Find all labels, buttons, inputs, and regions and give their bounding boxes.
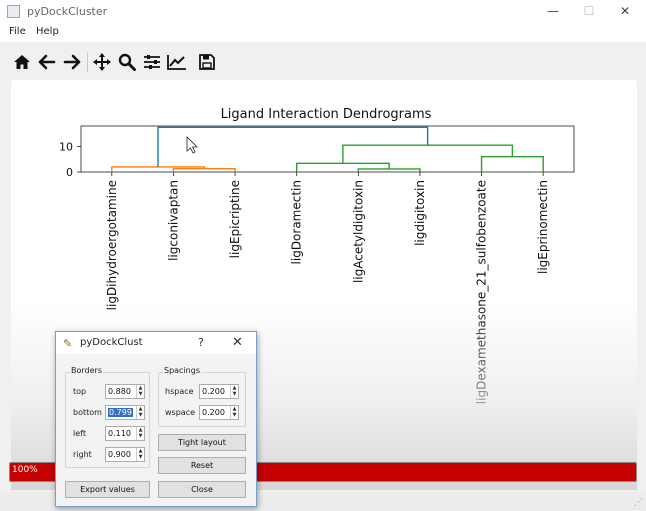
dendrogram-link <box>357 168 421 172</box>
export-values-button[interactable]: Export values <box>65 481 150 498</box>
dendrogram-link <box>295 162 390 172</box>
dialog-title: pyDockClust <box>80 337 143 348</box>
hspace-spinbox[interactable]: 0.200 ▲ ▼ <box>199 384 239 399</box>
leaf-label: ligDexamethasone_21_sulfobenzoate <box>475 180 489 404</box>
subplot-config-dialog: ✎ pyDockClust ? ✕ Borders top 0.880 ▲ ▼ b… <box>55 331 257 507</box>
leaf-label: ligDihydroergotamine <box>105 180 119 310</box>
spin-arrows-icon[interactable]: ▲ ▼ <box>230 406 238 419</box>
spin-arrows-icon[interactable]: ▲ ▼ <box>136 406 144 419</box>
spin-arrows-icon[interactable]: ▲ ▼ <box>230 385 238 398</box>
progress-label: 100% <box>12 465 38 475</box>
left-label: left <box>73 429 86 438</box>
bottom-label: bottom <box>73 408 102 417</box>
leaf-label: ligdigitoxin <box>413 180 427 246</box>
y-tick-label: 10 <box>59 140 73 153</box>
chart-title: Ligand Interaction Dendrograms <box>221 107 432 122</box>
hspace-value: 0.200 <box>202 387 225 396</box>
right-label: right <box>73 450 92 459</box>
dialog-app-icon: ✎ <box>63 337 73 350</box>
dendrogram-link <box>157 126 429 167</box>
tight-layout-button[interactable]: Tight layout <box>158 434 246 451</box>
y-axis: 0 10 <box>59 140 81 179</box>
y-tick-label: 0 <box>66 166 73 179</box>
reset-button[interactable]: Reset <box>158 457 246 474</box>
leaf-label: ligEprinomectin <box>536 180 550 274</box>
borders-group-label: Borders <box>70 366 103 375</box>
spacings-group-label: Spacings <box>163 366 201 375</box>
top-value: 0.880 <box>108 387 131 396</box>
close-button[interactable]: Close <box>158 481 246 498</box>
wspace-spinbox[interactable]: 0.200 ▲ ▼ <box>199 405 239 420</box>
wspace-label: wspace <box>165 408 196 417</box>
dialog-help-button[interactable]: ? <box>198 336 204 349</box>
dendrogram-link <box>342 144 514 164</box>
mouse-cursor-icon <box>186 136 198 154</box>
left-spinbox[interactable]: 0.110 ▲ ▼ <box>105 426 145 441</box>
leaf-label: ligDoramectin <box>290 180 304 264</box>
bottom-spinbox[interactable]: 0.799 ▲ ▼ <box>105 405 145 420</box>
left-value: 0.110 <box>108 429 131 438</box>
right-spinbox[interactable]: 0.900 ▲ ▼ <box>105 447 145 462</box>
wspace-value: 0.200 <box>202 408 225 417</box>
bottom-value: 0.799 <box>108 408 133 417</box>
top-label: top <box>73 387 87 396</box>
dialog-close-icon[interactable]: ✕ <box>232 335 243 350</box>
resize-grip-icon[interactable]: ⋰ <box>634 498 643 508</box>
leaf-label: ligEpicriptine <box>228 180 242 258</box>
spin-arrows-icon[interactable]: ▲ ▼ <box>136 427 144 440</box>
top-spinbox[interactable]: 0.880 ▲ ▼ <box>105 384 145 399</box>
right-value: 0.900 <box>108 450 131 459</box>
leaf-label: ligAcetyldigitoxin <box>351 180 365 283</box>
spin-arrows-icon[interactable]: ▲ ▼ <box>136 448 144 461</box>
dendrogram-link <box>172 167 236 172</box>
hspace-label: hspace <box>165 387 194 396</box>
dendrogram-link <box>111 166 205 172</box>
spin-arrows-icon[interactable]: ▲ ▼ <box>136 385 144 398</box>
plot-axes-frame <box>80 125 575 173</box>
dendrogram-link <box>480 155 544 172</box>
leaf-label: ligconivaptan <box>166 180 180 261</box>
dendrogram-links <box>111 126 544 172</box>
dialog-titlebar: ✎ pyDockClust ? ✕ <box>56 332 256 354</box>
